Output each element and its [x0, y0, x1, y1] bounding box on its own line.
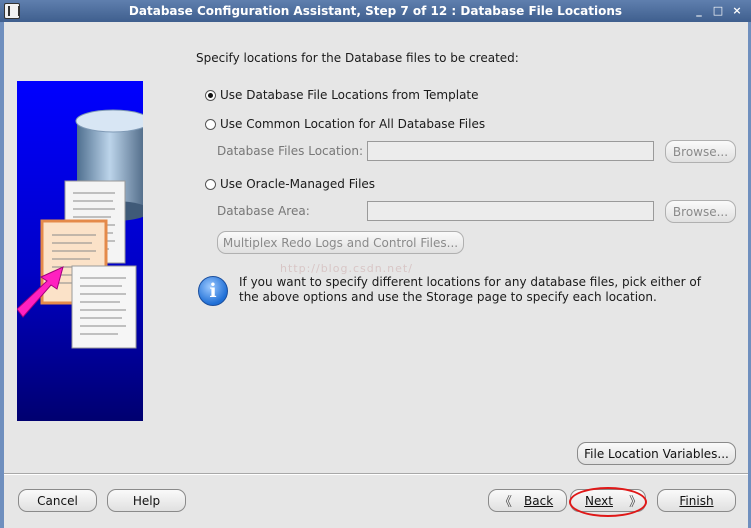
- window-title: Database Configuration Assistant, Step 7…: [128, 4, 623, 18]
- radio-oracle-managed-files[interactable]: Use Oracle-Managed Files: [205, 177, 375, 191]
- app-icon[interactable]: [4, 3, 20, 19]
- title-bar: Database Configuration Assistant, Step 7…: [0, 0, 751, 22]
- radio-button[interactable]: [205, 118, 216, 130]
- watermark-text: http://blog.csdn.net/: [280, 262, 413, 275]
- radio-template-locations[interactable]: Use Database File Locations from Templat…: [205, 88, 479, 102]
- finish-button[interactable]: Finish: [657, 489, 736, 512]
- cancel-button[interactable]: Cancel: [18, 489, 97, 512]
- radio-button[interactable]: [205, 178, 216, 190]
- help-button[interactable]: Help: [107, 489, 186, 512]
- database-files-location-input[interactable]: [367, 141, 654, 161]
- browse-files-location-button[interactable]: Browse...: [665, 140, 736, 163]
- database-area-input[interactable]: [367, 201, 654, 221]
- maximize-icon[interactable]: □: [710, 3, 726, 19]
- back-button[interactable]: 《 Back: [488, 489, 567, 512]
- database-files-graphic: [17, 109, 143, 349]
- window-border-left: [0, 22, 4, 528]
- highlight-circle: [569, 487, 647, 517]
- page-heading: Specify locations for the Database files…: [196, 51, 519, 65]
- document-icon: [71, 265, 137, 349]
- radio-label: Use Database File Locations from Templat…: [220, 88, 479, 102]
- radio-common-location[interactable]: Use Common Location for All Database Fil…: [205, 117, 485, 131]
- info-message: If you want to specify different locatio…: [239, 275, 701, 304]
- radio-label: Use Oracle-Managed Files: [220, 177, 376, 191]
- close-icon[interactable]: ×: [729, 3, 745, 19]
- browse-database-area-button[interactable]: Browse...: [665, 200, 736, 223]
- file-location-variables-button[interactable]: File Location Variables...: [577, 442, 736, 465]
- chevron-left-icon: 《: [499, 495, 513, 510]
- finish-label: Finish: [679, 493, 714, 508]
- multiplex-redo-logs-button[interactable]: Multiplex Redo Logs and Control Files...: [217, 231, 464, 254]
- wizard-illustration: [17, 81, 143, 421]
- radio-button[interactable]: [205, 89, 216, 101]
- database-area-label: Database Area:: [217, 204, 310, 218]
- minimize-icon[interactable]: _: [691, 3, 707, 19]
- info-icon: i: [198, 276, 228, 306]
- footer-separator: [4, 473, 748, 475]
- radio-label: Use Common Location for All Database Fil…: [220, 117, 486, 131]
- database-files-location-label: Database Files Location:: [217, 144, 364, 158]
- back-label: Back: [524, 493, 554, 508]
